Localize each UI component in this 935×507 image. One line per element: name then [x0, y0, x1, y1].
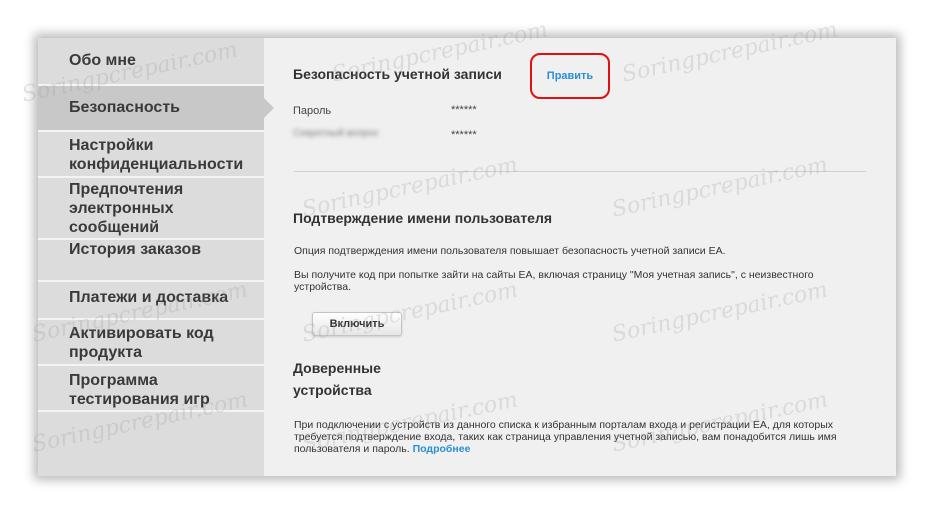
- sidebar-item-label: Предпочтения электронных сообщений: [69, 181, 184, 236]
- sidebar-item-security[interactable]: Безопасность: [38, 86, 274, 132]
- section-divider: [294, 171, 866, 172]
- edit-button[interactable]: Править: [530, 53, 610, 99]
- account-security-title: Безопасность учетной записи: [293, 66, 502, 82]
- sidebar-item-order-history[interactable]: История заказов: [38, 240, 264, 282]
- trusted-devices-description: При подключении с устройств из данного с…: [294, 419, 837, 455]
- sidebar: Обо мне Безопасность Настройки конфиденц…: [38, 38, 274, 476]
- account-panel: Обо мне Безопасность Настройки конфиденц…: [38, 38, 896, 476]
- sidebar-item-email-preferences[interactable]: Предпочтения электронных сообщений: [38, 178, 264, 240]
- sidebar-item-privacy[interactable]: Настройки конфиденциальности: [38, 132, 264, 178]
- password-label: Пароль: [293, 105, 332, 117]
- sidebar-item-label: Обо мне: [69, 52, 136, 69]
- trusted-devices-title-line2: устройства: [293, 382, 372, 398]
- security-question-label: Секретный вопрос: [293, 128, 379, 139]
- username-verification-title: Подтверждение имени пользователя: [293, 210, 553, 226]
- trusted-devices-text: При подключении с устройств из данного с…: [294, 419, 862, 455]
- sidebar-item-label: История заказов: [69, 241, 202, 258]
- sidebar-item-about[interactable]: Обо мне: [38, 38, 264, 86]
- password-value: ******: [451, 104, 477, 116]
- learn-more-link[interactable]: Подробнее: [413, 443, 471, 455]
- security-question-value: ******: [451, 129, 477, 141]
- sidebar-item-redeem-code[interactable]: Активировать код продукта: [38, 320, 264, 366]
- sidebar-item-game-testing[interactable]: Программа тестирования игр: [38, 366, 264, 412]
- sidebar-item-label: Активировать код продукта: [69, 325, 214, 361]
- sidebar-item-label: Безопасность: [69, 99, 180, 116]
- username-verification-description: Опция подтверждения имени пользователя п…: [294, 245, 726, 257]
- sidebar-item-label: Настройки конфиденциальности: [69, 137, 244, 173]
- sidebar-item-label: Платежи и доставка: [69, 289, 229, 306]
- enable-button[interactable]: Включить: [312, 312, 402, 336]
- trusted-devices-title-line1: Доверенные: [293, 360, 381, 376]
- sidebar-item-label: Программа тестирования игр: [69, 372, 210, 408]
- username-verification-note: Вы получите код при попытке зайти на сай…: [294, 269, 814, 293]
- sidebar-item-payment-shipping[interactable]: Платежи и доставка: [38, 282, 264, 320]
- main-content: Безопасность учетной записи Править Паро…: [264, 38, 896, 476]
